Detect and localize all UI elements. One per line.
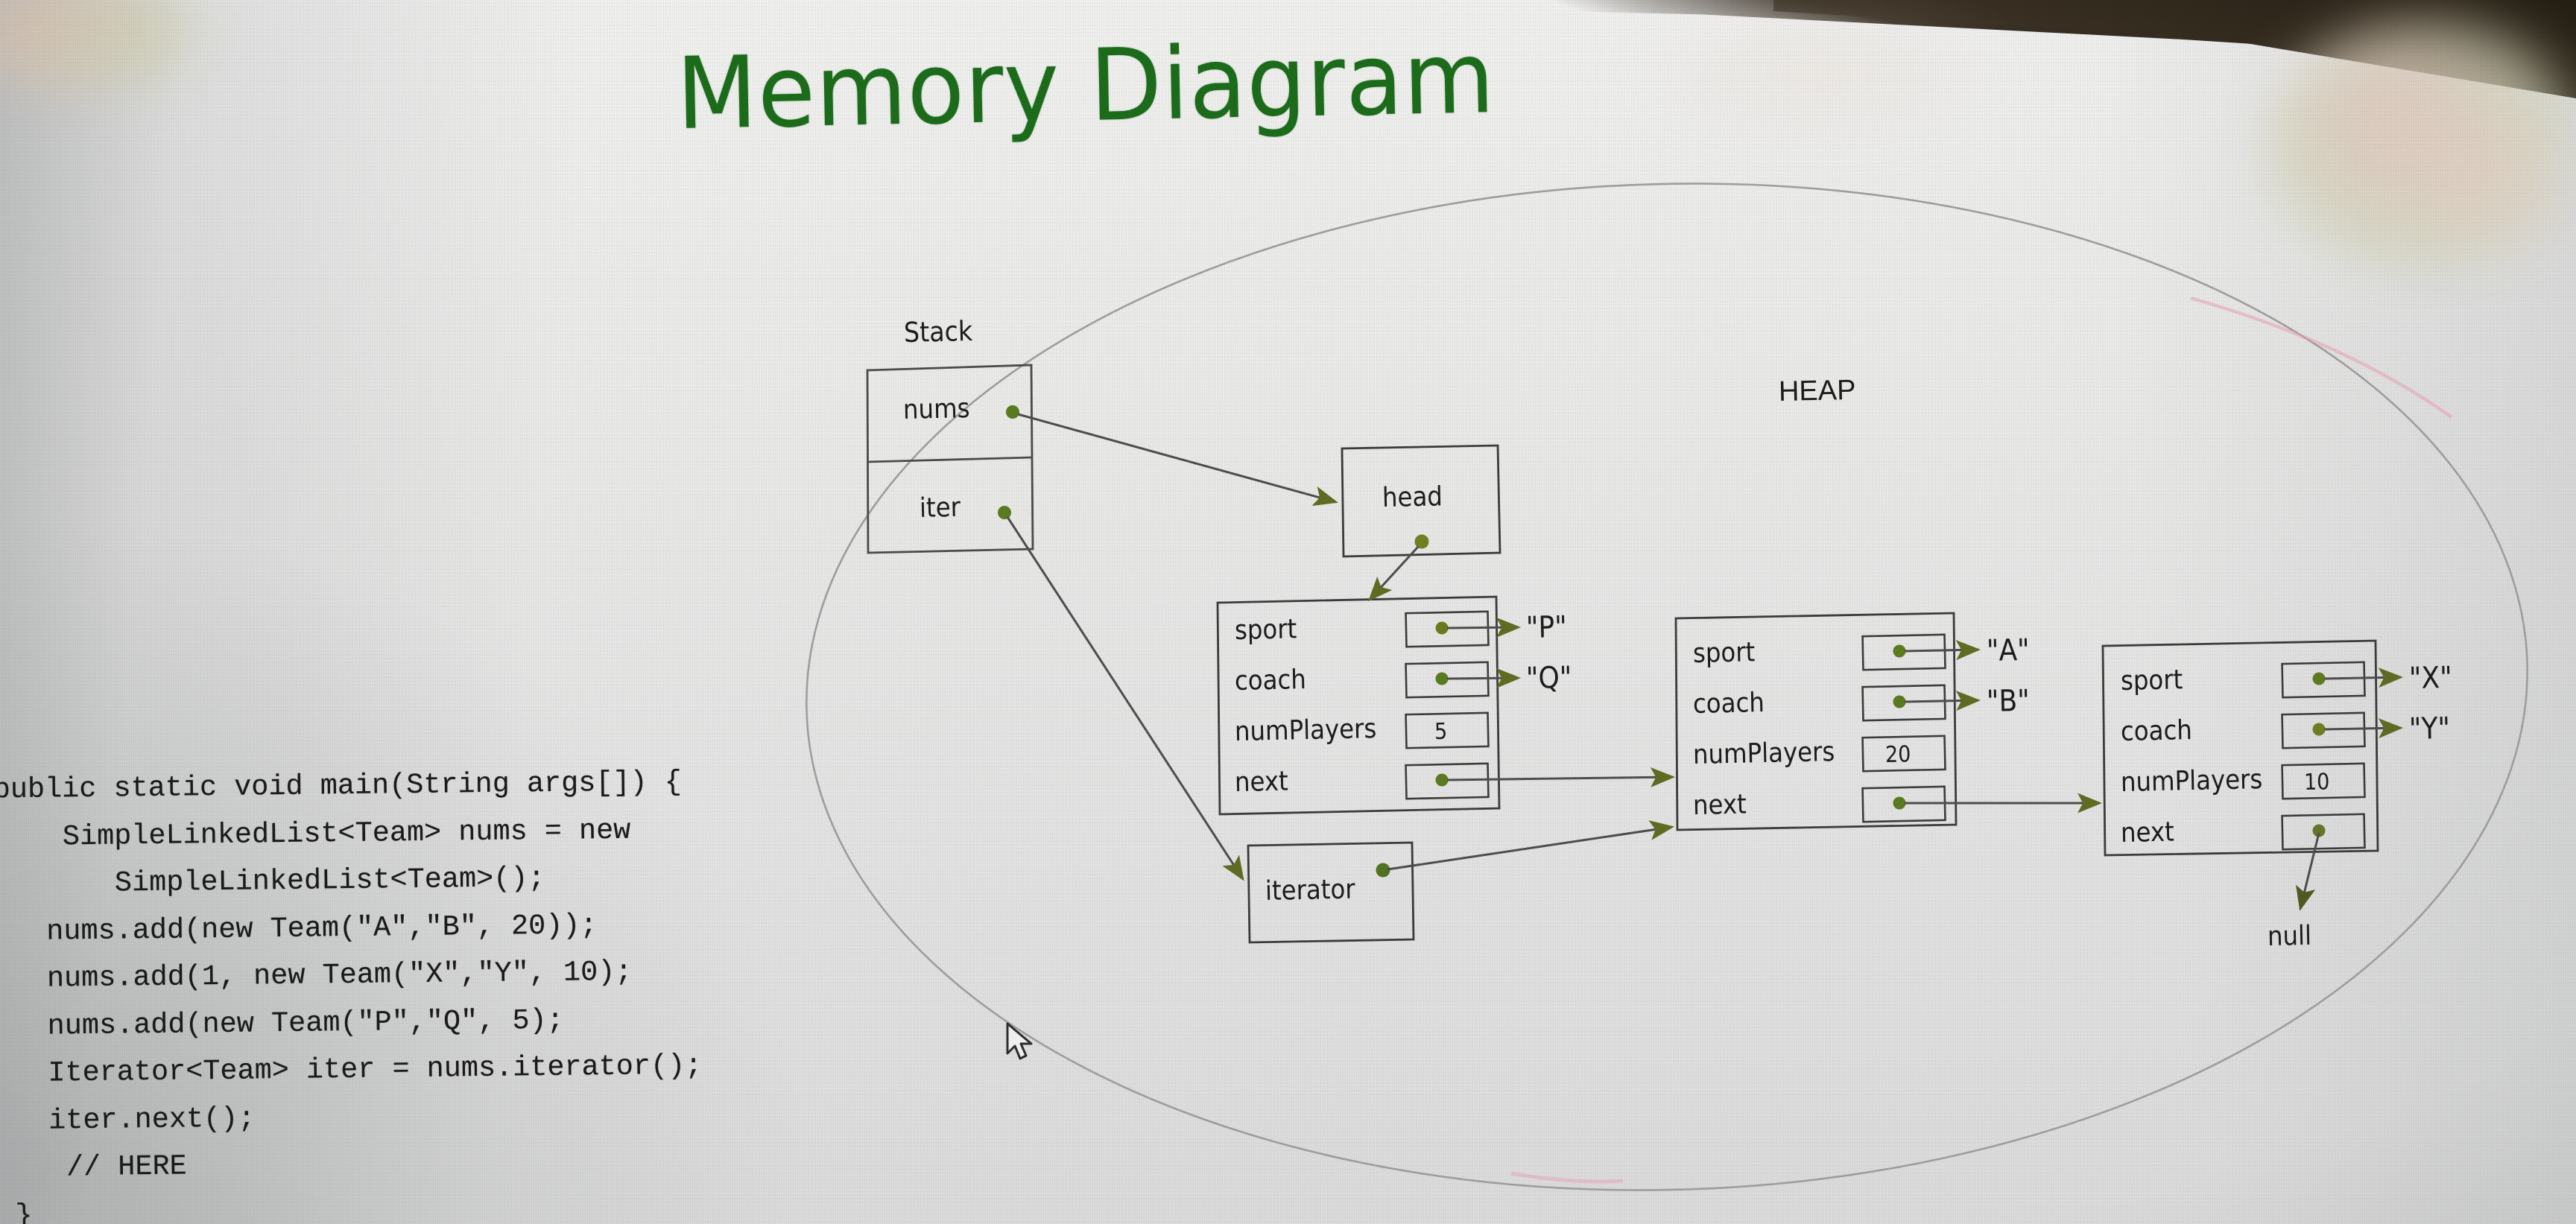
null-label: null [2267, 920, 2312, 952]
node-a-numplayers-value: 20 [1884, 741, 1911, 768]
node-a-field-sport: sport [1692, 637, 1756, 669]
arrow-node-x-sport [2323, 668, 2403, 688]
arrow-iter-to-iterator [998, 506, 1244, 881]
arrow-node-p-coach [1446, 668, 1521, 688]
arrow-node-x-next-null [2296, 832, 2320, 911]
arrow-iterator-to-node-a [1376, 820, 1674, 878]
arrow-node-a-sport [1904, 640, 1981, 661]
node-p-field-next: next [1234, 766, 1289, 798]
arrow-node-p-sport [1446, 617, 1521, 638]
java-code-block: public static void main(String args[]) {… [0, 765, 703, 1224]
stack-cell-nums[interactable]: nums [903, 393, 970, 425]
mouse-cursor-icon [1006, 1022, 1033, 1060]
node-a-coach-string: "B" [1986, 683, 2031, 719]
node-a-field-numplayers: numPlayers [1692, 737, 1835, 770]
node-x-field-coach: coach [2120, 714, 2193, 747]
stack-region-label: Stack [903, 314, 973, 349]
slide-photo: Stack HEAP nums iter head iterator null … [0, 0, 2576, 1224]
node-p-field-sport: sport [1234, 614, 1297, 646]
node-p-sport-string: "P" [1525, 609, 1568, 645]
node-a-sport-string: "A" [1986, 632, 2031, 668]
node-x-coach-string: "Y" [2408, 711, 2451, 746]
heap-ellipse [805, 183, 2529, 1191]
arrow-node-x-coach [2323, 718, 2403, 739]
arrow-head-to-node-p [1367, 534, 1429, 602]
node-x-sport-string: "X" [2408, 660, 2453, 696]
arrow-node-a-coach [1904, 691, 1981, 711]
node-x-field-sport: sport [2120, 665, 2183, 697]
node-p-coach-string: "Q" [1525, 660, 1572, 696]
arrow-node-p-next [1446, 767, 1675, 787]
iterator-box-label[interactable]: iterator [1265, 874, 1355, 907]
node-x-field-numplayers: numPlayers [2120, 764, 2263, 798]
heap-region-label: HEAP [1778, 374, 1856, 408]
node-p-field-coach: coach [1234, 664, 1307, 697]
node-a-field-next: next [1692, 789, 1747, 821]
node-p-numplayers-value: 5 [1434, 718, 1448, 745]
node-x-numplayers-value: 10 [2303, 769, 2330, 796]
node-a-field-coach: coach [1692, 687, 1765, 720]
head-box-label[interactable]: head [1382, 481, 1443, 513]
node-x-field-next: next [2120, 816, 2175, 849]
slide-title: Memory Diagram [675, 20, 1496, 153]
arrow-nums-to-head [1006, 405, 1338, 507]
stack-cell-iter[interactable]: iter [920, 492, 961, 524]
node-p-field-numplayers: numPlayers [1234, 714, 1377, 747]
